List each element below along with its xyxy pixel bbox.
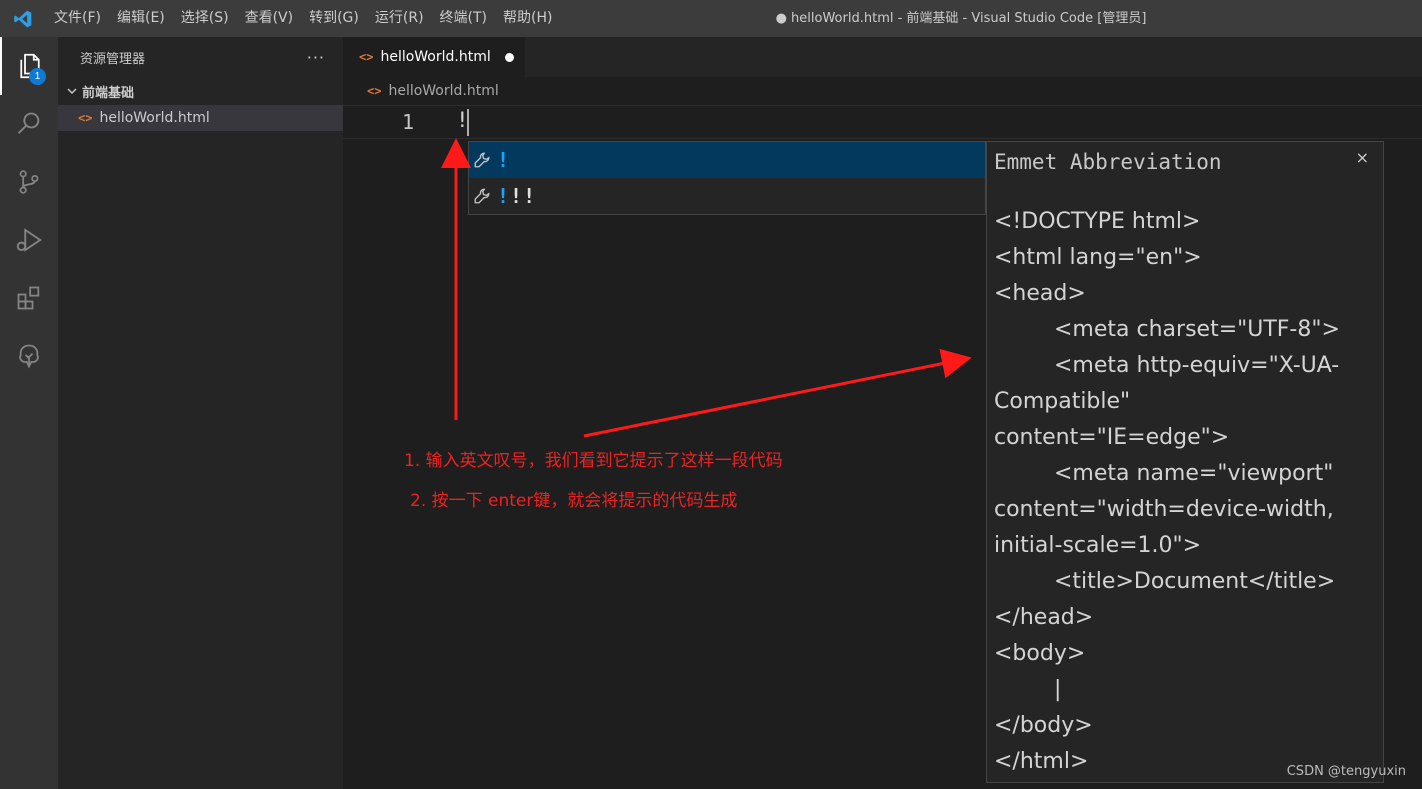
source-control-button[interactable] — [0, 153, 58, 211]
folder-row[interactable]: 前端基础 — [58, 77, 343, 105]
close-icon[interactable]: × — [1356, 148, 1369, 167]
menu-item-4[interactable]: 转到(G) — [301, 0, 367, 37]
menu-item-2[interactable]: 选择(S) — [173, 0, 237, 37]
details-code-line: <title>Document</title> — [1054, 569, 1336, 594]
breadcrumb[interactable]: <> helloWorld.html — [343, 77, 1422, 105]
vscode-logo-icon — [0, 0, 46, 37]
menu-item-1[interactable]: 编辑(E) — [109, 0, 173, 37]
line-number: 1 — [401, 110, 415, 134]
suggest-label: !!! — [497, 184, 536, 208]
details-code-line: initial-scale=1.0"> — [994, 533, 1202, 558]
details-title: Emmet Abbreviation — [994, 150, 1222, 174]
file-name: helloWorld.html — [99, 110, 210, 126]
unsaved-dot-icon[interactable] — [504, 52, 514, 62]
current-line[interactable]: 1 ! — [343, 105, 1422, 139]
html-file-icon: <> — [367, 84, 382, 98]
menu-item-6[interactable]: 终端(T) — [432, 0, 495, 37]
details-code-line: </body> — [994, 713, 1093, 738]
details-code-line: <html lang="en"> — [994, 245, 1202, 270]
folder-name: 前端基础 — [82, 85, 135, 101]
annotation-note-1: 1. 输入英文叹号，我们看到它提示了这样一段代码 — [404, 451, 783, 471]
suggest-label: ! — [497, 148, 510, 172]
extensions-icon — [17, 286, 40, 310]
details-code-line: <meta name="viewport" — [1054, 461, 1334, 486]
details-code-line: <head> — [994, 281, 1086, 306]
explorer-button[interactable]: 1 — [0, 37, 58, 95]
suggest-item[interactable]: ! — [469, 142, 985, 178]
menu-item-3[interactable]: 查看(V) — [237, 0, 302, 37]
explorer-sidebar: 资源管理器 ··· 前端基础 <> helloWorld.html — [58, 37, 343, 789]
details-code-line: content="IE=edge"> — [994, 425, 1230, 450]
activity-bar: 1 — [0, 37, 58, 789]
tab-label: helloWorld.html — [380, 49, 491, 65]
search-button[interactable] — [0, 95, 58, 153]
title-bar: 文件(F) 编辑(E) 选择(S) 查看(V) 转到(G) 运行(R) 终端(T) 帮助(H)… — [0, 0, 1422, 37]
menu-item-5[interactable]: 运行(R) — [367, 0, 432, 37]
tree-icon — [19, 344, 39, 369]
wrench-icon — [474, 152, 490, 168]
source-control-icon — [19, 170, 39, 194]
details-code-line: <meta charset="UTF-8"> — [1054, 317, 1340, 342]
menu-item-0[interactable]: 文件(F) — [46, 0, 109, 37]
suggest-highlight: ! — [497, 184, 511, 208]
suggest-item[interactable]: !!! — [469, 178, 985, 214]
details-code-line: <!DOCTYPE html> — [994, 209, 1201, 234]
run-debug-icon — [16, 228, 42, 252]
html-file-icon: <> — [78, 111, 93, 125]
details-code-line: content="width=device-width, — [994, 497, 1334, 522]
tree-button[interactable] — [0, 327, 58, 385]
details-code-line: </head> — [994, 605, 1094, 630]
file-item-helloworld[interactable]: <> helloWorld.html — [58, 105, 343, 131]
wrench-icon — [474, 188, 490, 204]
html-file-icon: <> — [359, 50, 374, 64]
suggest-widget: !!!! — [468, 141, 986, 215]
details-body: <!DOCTYPE html> <html lang="en"> <head> <me… — [994, 204, 1378, 780]
search-icon — [17, 112, 40, 134]
more-actions-icon[interactable]: ··· — [307, 48, 325, 67]
details-code-line: | — [1054, 677, 1062, 702]
explorer-badge: 1 — [29, 68, 46, 85]
suggest-highlight: ! — [497, 148, 511, 172]
details-code-line: Compatible" — [994, 389, 1131, 414]
menu-bar: 文件(F) 编辑(E) 选择(S) 查看(V) 转到(G) 运行(R) 终端(T) 帮助(H) — [46, 0, 560, 37]
sidebar-header: 资源管理器 ··· — [58, 37, 343, 77]
suggest-details-panel: Emmet Abbreviation × <!DOCTYPE html> <htm… — [986, 141, 1384, 783]
suggest-rest: !! — [510, 184, 537, 208]
annotation-note-2: 2. 按一下 enter键，就会将提示的代码生成 — [410, 491, 738, 511]
details-code-line: <body> — [994, 641, 1086, 666]
tab-bar: <> helloWorld.html — [343, 37, 1422, 77]
details-code-line: <meta http-equiv="X-UA- — [1054, 353, 1340, 378]
chevron-down-icon — [64, 83, 80, 99]
run-debug-button[interactable] — [0, 211, 58, 269]
extensions-button[interactable] — [0, 269, 58, 327]
tab-helloworld[interactable]: <> helloWorld.html — [343, 37, 525, 77]
breadcrumb-file: helloWorld.html — [388, 83, 499, 99]
menu-item-7[interactable]: 帮助(H) — [495, 0, 560, 37]
text-cursor — [467, 109, 469, 136]
watermark: CSDN @tengyuxin — [1286, 764, 1406, 779]
sidebar-title: 资源管理器 — [80, 51, 146, 67]
